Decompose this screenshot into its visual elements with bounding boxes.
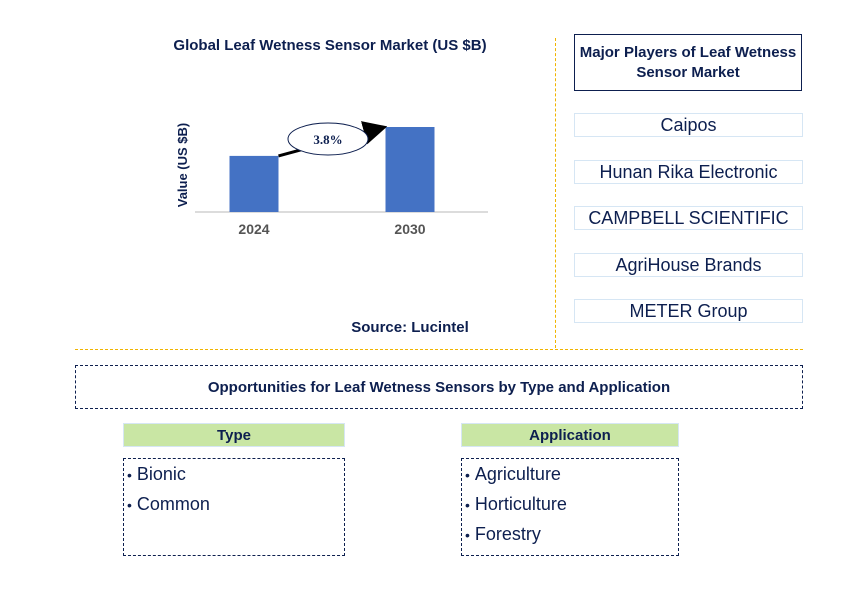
chart-title: Global Leaf Wetness Sensor Market (US $B… (173, 37, 487, 54)
type-header: Type (123, 423, 345, 447)
vertical-divider (555, 38, 556, 348)
player-item: AgriHouse Brands (574, 253, 803, 277)
application-item: Forestry (465, 521, 678, 551)
type-item: Bionic (127, 461, 344, 491)
application-header: Application (461, 423, 679, 447)
application-item: Horticulture (465, 491, 678, 521)
cagr-label: 3.8% (313, 132, 342, 147)
player-item: METER Group (574, 299, 803, 323)
horizontal-divider (75, 349, 803, 350)
bar-chart: Value (US $B) 2024 2030 3.8% (175, 121, 488, 237)
type-item: Common (127, 491, 344, 521)
application-item: Agriculture (465, 461, 678, 491)
source-label: Source: Lucintel (351, 319, 469, 336)
player-item: Hunan Rika Electronic (574, 160, 803, 184)
y-axis-label: Value (US $B) (175, 123, 190, 208)
opportunities-title: Opportunities for Leaf Wetness Sensors b… (75, 365, 803, 409)
bar-2024 (229, 155, 279, 212)
type-list: Bionic Common (123, 458, 345, 556)
x-tick-label: 2024 (238, 221, 269, 237)
bar-2030 (385, 127, 435, 212)
player-item: Caipos (574, 113, 803, 137)
players-title: Major Players of Leaf Wetness Sensor Mar… (574, 34, 802, 91)
application-list: Agriculture Horticulture Forestry (461, 458, 679, 556)
x-tick-label: 2030 (394, 221, 425, 237)
player-item: CAMPBELL SCIENTIFIC (574, 206, 803, 230)
